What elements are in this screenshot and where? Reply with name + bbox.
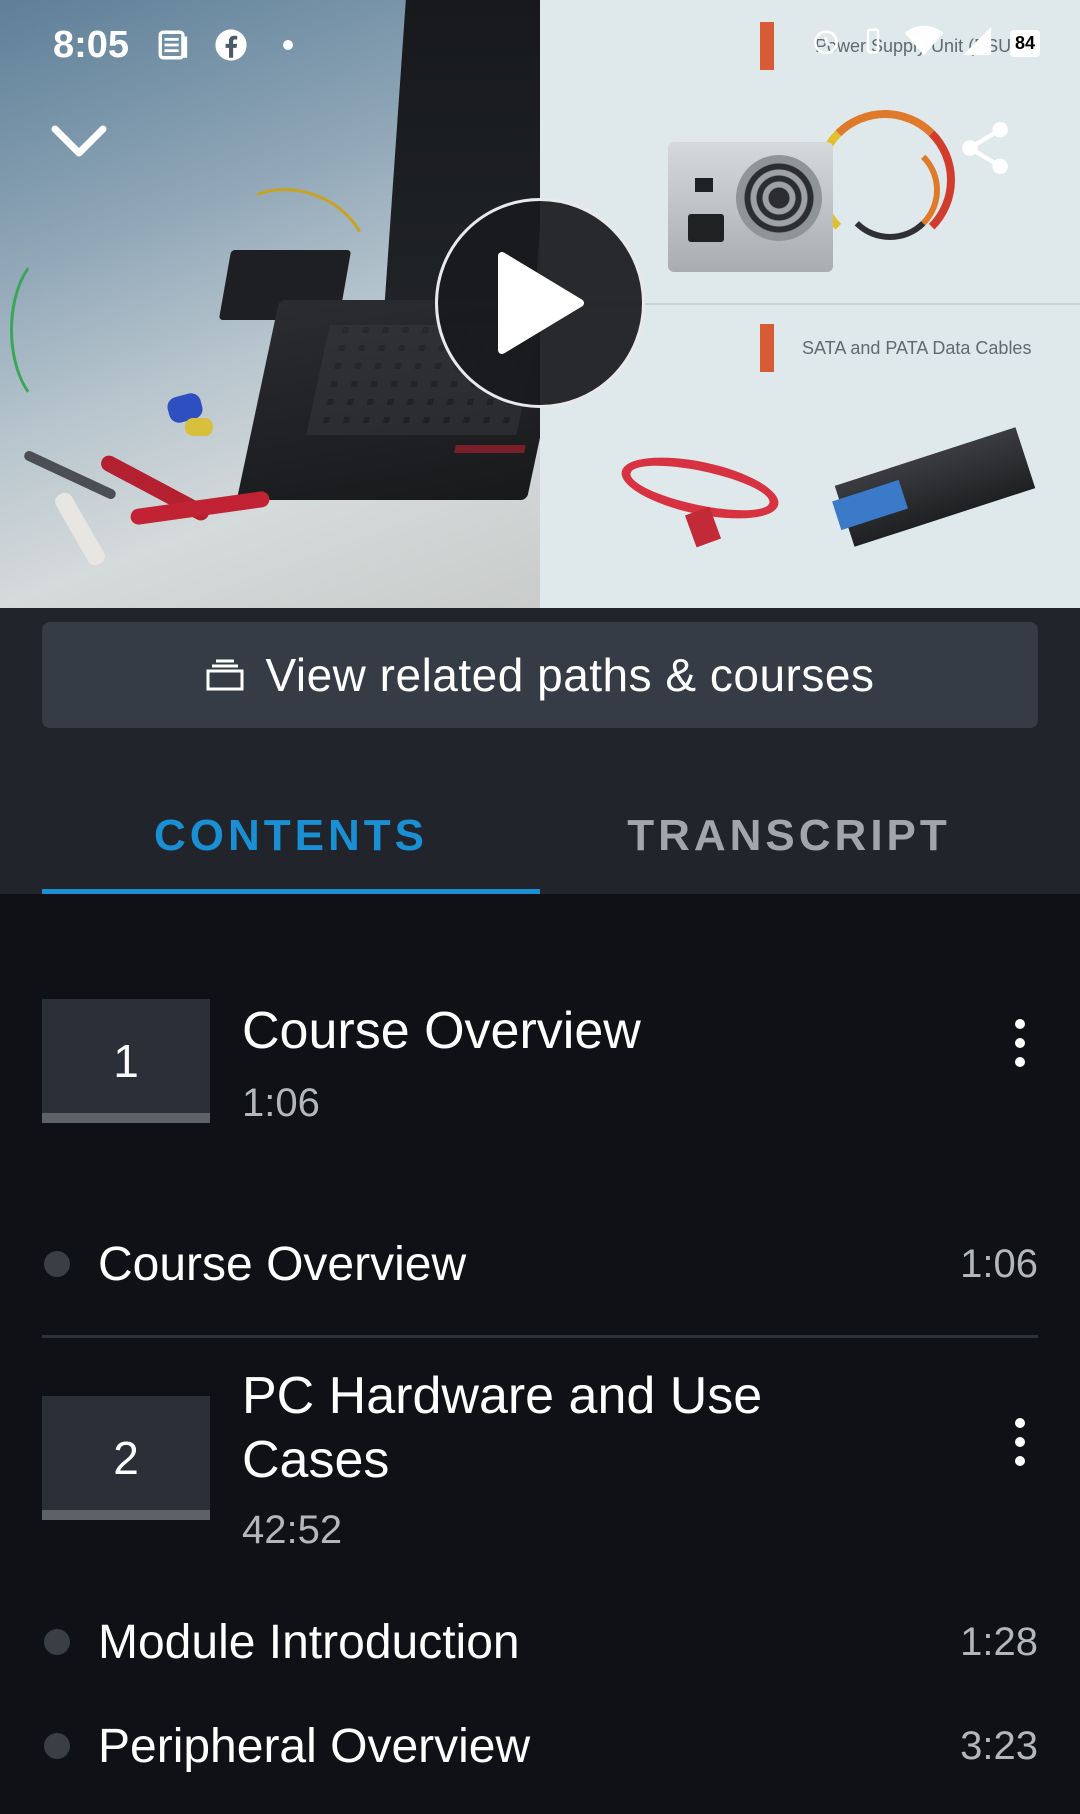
slide-label-cables: SATA and PATA Data Cables	[802, 338, 1032, 358]
module-header[interactable]: 2 PC Hardware and Use Cases 42:52	[42, 1364, 1038, 1554]
alarm-icon	[810, 25, 842, 62]
facebook-icon	[213, 26, 249, 64]
wire	[10, 250, 100, 410]
play-button[interactable]	[435, 198, 645, 408]
clip-title: Course Overview	[98, 1237, 467, 1291]
status-icons-right: 84	[810, 24, 1040, 63]
kebab-dot	[1015, 1038, 1025, 1048]
share-icon	[962, 121, 1008, 175]
tab-transcript-label: TRANSCRIPT	[627, 811, 951, 860]
vibrate-icon	[858, 26, 888, 61]
screwdriver	[52, 489, 108, 569]
collapse-player-button[interactable]	[48, 115, 110, 167]
battery-icon: 84	[1009, 30, 1040, 57]
module-number: 1	[113, 1035, 139, 1087]
kebab-dot	[1015, 1456, 1025, 1466]
clip-duration: 3:23	[960, 1723, 1038, 1768]
yellow-cap	[185, 418, 213, 436]
clip-title: Peripheral Overview	[98, 1719, 531, 1773]
laptop-trackpad-buttons	[454, 445, 526, 453]
kebab-dot	[1015, 1418, 1025, 1428]
clip-status-dot	[44, 1733, 70, 1759]
news-icon	[155, 26, 191, 64]
tab-transcript[interactable]: TRANSCRIPT	[540, 778, 1038, 894]
status-bar: 8:05 84	[0, 0, 1080, 90]
psu-cables	[840, 140, 940, 240]
psu-socket	[688, 214, 724, 242]
kebab-dot	[1015, 1437, 1025, 1447]
status-time: 8:05	[53, 24, 130, 66]
view-related-button[interactable]: View related paths & courses	[42, 622, 1038, 728]
module-header[interactable]: 1 Course Overview 1:06	[42, 999, 1038, 1129]
psu-switch	[695, 178, 713, 192]
wifi-icon	[904, 25, 944, 62]
module-more-options-button[interactable]	[1002, 1414, 1038, 1470]
clip-duration: 1:28	[960, 1619, 1038, 1664]
chevron-down-icon	[51, 125, 107, 157]
module-number: 2	[113, 1432, 139, 1484]
module-title: Course Overview	[242, 1002, 641, 1060]
tab-bar: CONTENTS TRANSCRIPT	[42, 778, 1038, 894]
contents-list: 1 Course Overview 1:06 Course Overview 1…	[0, 894, 1080, 1814]
slide-marker	[760, 324, 774, 372]
tab-contents-label: CONTENTS	[154, 811, 428, 860]
module-duration: 1:06	[242, 1081, 320, 1125]
view-related-label: View related paths & courses	[265, 649, 875, 701]
clip-status-dot	[44, 1251, 70, 1277]
play-icon	[498, 252, 584, 354]
clip-item[interactable]: Course Overview 1:06	[42, 1234, 1038, 1294]
kebab-dot	[1015, 1019, 1025, 1029]
clip-title: Module Introduction	[98, 1615, 520, 1669]
module-number-badge: 1	[42, 999, 210, 1123]
tab-contents[interactable]: CONTENTS	[42, 778, 540, 894]
share-button[interactable]	[955, 118, 1015, 178]
clip-status-dot	[44, 1629, 70, 1655]
video-player[interactable]: Power Supply Unit (PSU) SATA and PATA Da…	[0, 0, 1080, 608]
clip-item[interactable]: Module Introduction 1:28	[42, 1612, 1038, 1672]
dot-icon	[280, 26, 296, 64]
kebab-dot	[1015, 1057, 1025, 1067]
module-separator	[42, 1335, 1038, 1338]
module-duration: 42:52	[242, 1508, 343, 1552]
psu-fan	[736, 155, 822, 241]
course-panel: View related paths & courses CONTENTS TR…	[0, 608, 1080, 894]
module-title: PC Hardware and Use Cases	[242, 1367, 763, 1489]
signal-icon	[960, 24, 994, 63]
module-number-badge: 2	[42, 1396, 210, 1520]
clip-duration: 1:06	[960, 1241, 1038, 1286]
stack-icon	[206, 659, 244, 691]
clip-item[interactable]: Peripheral Overview 3:23	[42, 1716, 1038, 1776]
module-more-options-button[interactable]	[1002, 1015, 1038, 1071]
